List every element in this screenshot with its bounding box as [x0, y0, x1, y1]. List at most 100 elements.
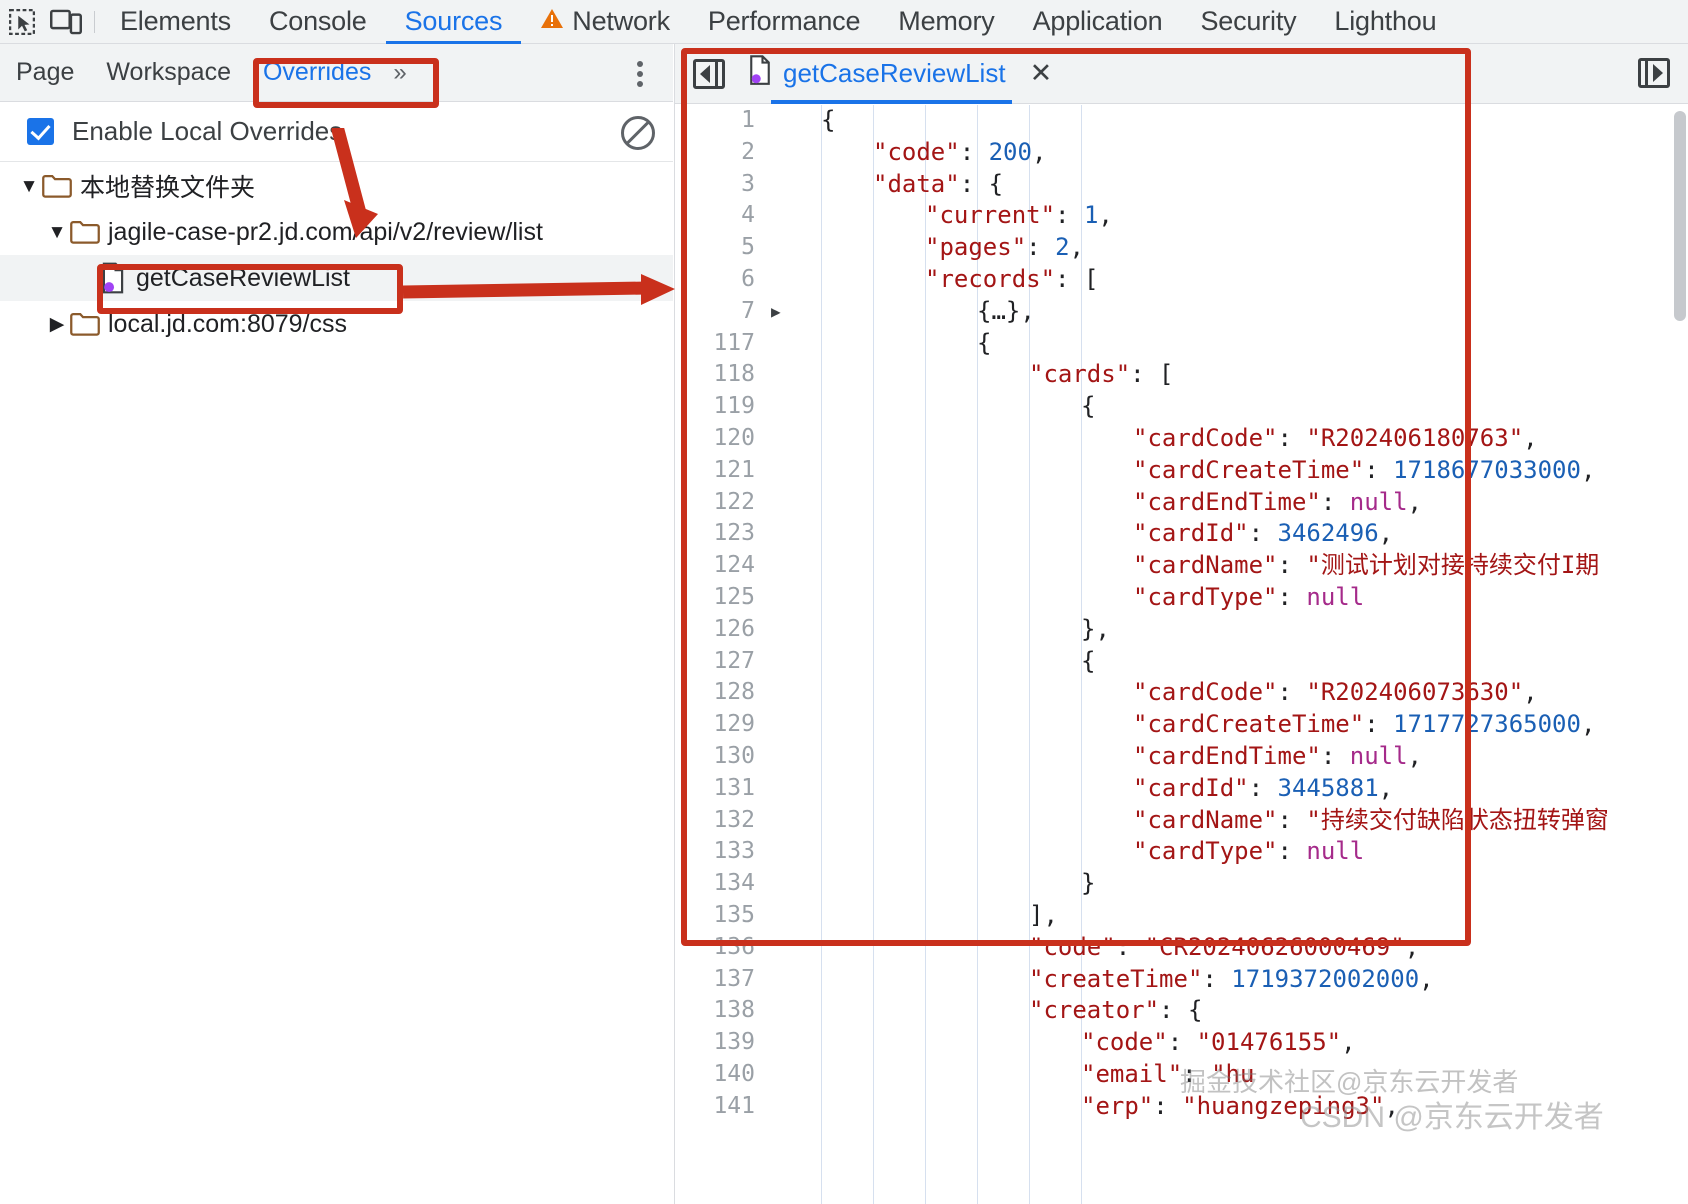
token-p: : [: [1130, 360, 1174, 389]
token-k: "cardName": [1133, 551, 1278, 580]
device-toolbar-icon[interactable]: [44, 0, 88, 44]
tree-folder-row[interactable]: ▼ jagile-case-pr2.jd.com/api/v2/review/li…: [0, 209, 673, 255]
editor-scrollbar[interactable]: [1674, 111, 1686, 321]
code-line-content: "pages": 2,: [795, 232, 1688, 264]
code-line: 139 "code": "01476155",: [675, 1027, 1688, 1059]
code-line-content: "cardType": null: [795, 836, 1688, 868]
token-k: "code": [1081, 1028, 1168, 1057]
chevron-down-icon[interactable]: ▼: [18, 177, 40, 196]
code-line: 122 "cardEndTime": null,: [675, 487, 1688, 519]
tree-folder-row[interactable]: ▼ 本地替换文件夹: [0, 163, 673, 209]
line-number: 126: [713, 615, 755, 642]
code-line: 125 "cardType": null: [675, 582, 1688, 614]
tab-console[interactable]: Console: [250, 0, 386, 44]
file-override-icon: [747, 55, 773, 92]
code-line: 126},: [675, 614, 1688, 646]
token-k: "cardType": [1133, 582, 1278, 611]
token-p: : {: [1159, 996, 1203, 1025]
close-icon[interactable]: ✕: [1030, 58, 1053, 89]
token-p: ,: [1419, 964, 1434, 993]
token-p: {: [1081, 392, 1096, 421]
subtab-page[interactable]: Page: [0, 44, 90, 102]
token-s: "R202406073630": [1306, 678, 1524, 707]
clear-configuration-icon[interactable]: [621, 116, 655, 150]
enable-local-overrides-row[interactable]: Enable Local Overrides: [0, 102, 673, 162]
line-number: 141: [713, 1092, 755, 1119]
tab-elements[interactable]: Elements: [101, 0, 250, 44]
token-k: "cardEndTime": [1133, 741, 1321, 770]
code-line-content: "cardName": "测试计划对接持续交付I期: [795, 550, 1688, 582]
chevron-right-icon[interactable]: ▶: [46, 315, 68, 334]
token-k: "cardCreateTime": [1133, 710, 1365, 739]
line-number: 121: [713, 456, 755, 483]
token-k: "email": [1081, 1059, 1183, 1088]
file-override-icon: [96, 262, 130, 294]
tab-sources[interactable]: Sources: [386, 0, 522, 44]
line-number: 128: [713, 679, 755, 706]
fold-expand-icon[interactable]: ▶: [771, 296, 795, 328]
tab-performance[interactable]: Performance: [689, 0, 879, 44]
inspect-element-icon[interactable]: [0, 0, 44, 44]
collapse-navigator-icon[interactable]: [693, 58, 725, 89]
code-line-content: "code": "CR20240626000469",: [795, 932, 1688, 964]
token-p: ,: [1378, 519, 1394, 548]
code-line-content: "cardCode": "R202406180763",: [795, 423, 1688, 455]
enable-local-overrides-label: Enable Local Overrides: [72, 116, 343, 146]
token-p: ],: [1029, 900, 1058, 929]
token-p: {: [821, 106, 836, 134]
line-number: 6: [741, 265, 755, 292]
navigator-more-options-button[interactable]: [624, 58, 656, 90]
token-k: "erp": [1081, 1091, 1154, 1120]
code-line-content: "cards": [: [795, 359, 1688, 391]
code-line: 136 "code": "CR20240626000469",: [675, 932, 1688, 964]
code-line: 133 "cardType": null: [675, 836, 1688, 868]
token-p: ,: [1580, 455, 1596, 484]
folder-icon: [40, 174, 74, 198]
code-line: 129 "cardCreateTime": 1717727365000,: [675, 709, 1688, 741]
token-p: :: [1277, 582, 1307, 611]
subtab-overrides[interactable]: Overrides: [247, 44, 387, 102]
tab-security[interactable]: Security: [1181, 0, 1315, 44]
line-number: 133: [713, 838, 755, 865]
expand-debugger-icon[interactable]: [1638, 58, 1670, 88]
tab-application[interactable]: Application: [1014, 0, 1182, 44]
token-k: "code": [1029, 932, 1116, 961]
token-p: : [: [1055, 264, 1099, 293]
subtab-workspace[interactable]: Workspace: [90, 44, 247, 102]
line-number: 134: [713, 870, 755, 897]
token-k: "creator": [1029, 996, 1160, 1025]
code-line: 137 "createTime": 1719372002000,: [675, 964, 1688, 996]
token-n: 1719372002000: [1231, 964, 1420, 993]
warning-icon: [540, 6, 564, 37]
token-p: : {: [959, 169, 1004, 198]
tab-memory[interactable]: Memory: [879, 0, 1013, 44]
line-number: 122: [713, 488, 755, 515]
tab-label: Application: [1032, 6, 1163, 36]
code-line: 131 "cardId": 3445881,: [675, 773, 1688, 805]
chevron-down-icon[interactable]: ▼: [46, 223, 68, 242]
enable-local-overrides-checkbox[interactable]: [27, 118, 54, 145]
code-line-content: {…},: [795, 296, 1688, 328]
line-number: 129: [713, 711, 755, 738]
tree-folder-row[interactable]: ▶ local.jd.com:8079/css: [0, 301, 673, 347]
tab-network[interactable]: Network: [521, 0, 689, 44]
token-s: "huangzeping3": [1182, 1091, 1385, 1120]
token-p: :: [1202, 964, 1232, 993]
code-line-content: "cardCreateTime": 1718677033000,: [795, 455, 1688, 487]
editor-tab-getcasereviewlist[interactable]: getCaseReviewList ✕: [747, 44, 1056, 104]
more-subtabs-icon[interactable]: »: [387, 59, 412, 87]
token-k: "cardCreateTime": [1133, 455, 1365, 484]
line-number: 137: [713, 965, 755, 992]
token-p: :: [1364, 455, 1394, 484]
token-p: :: [1167, 1028, 1197, 1057]
tab-lighthou[interactable]: Lighthou: [1315, 0, 1455, 44]
line-number: 131: [713, 774, 755, 801]
token-p: ,: [1384, 1091, 1399, 1120]
code-editor[interactable]: 1{2 "code": 200, 3 "data": {4 "current": 1, 5…: [675, 105, 1688, 1204]
tab-label: Console: [268, 6, 367, 36]
token-s: "测试计划对接持续交付I期: [1306, 551, 1600, 580]
token-p: }: [1081, 869, 1096, 898]
token-p: :: [1277, 423, 1307, 452]
tree-file-row[interactable]: getCaseReviewList: [0, 255, 673, 301]
code-line: 2 "code": 200,: [675, 137, 1688, 169]
